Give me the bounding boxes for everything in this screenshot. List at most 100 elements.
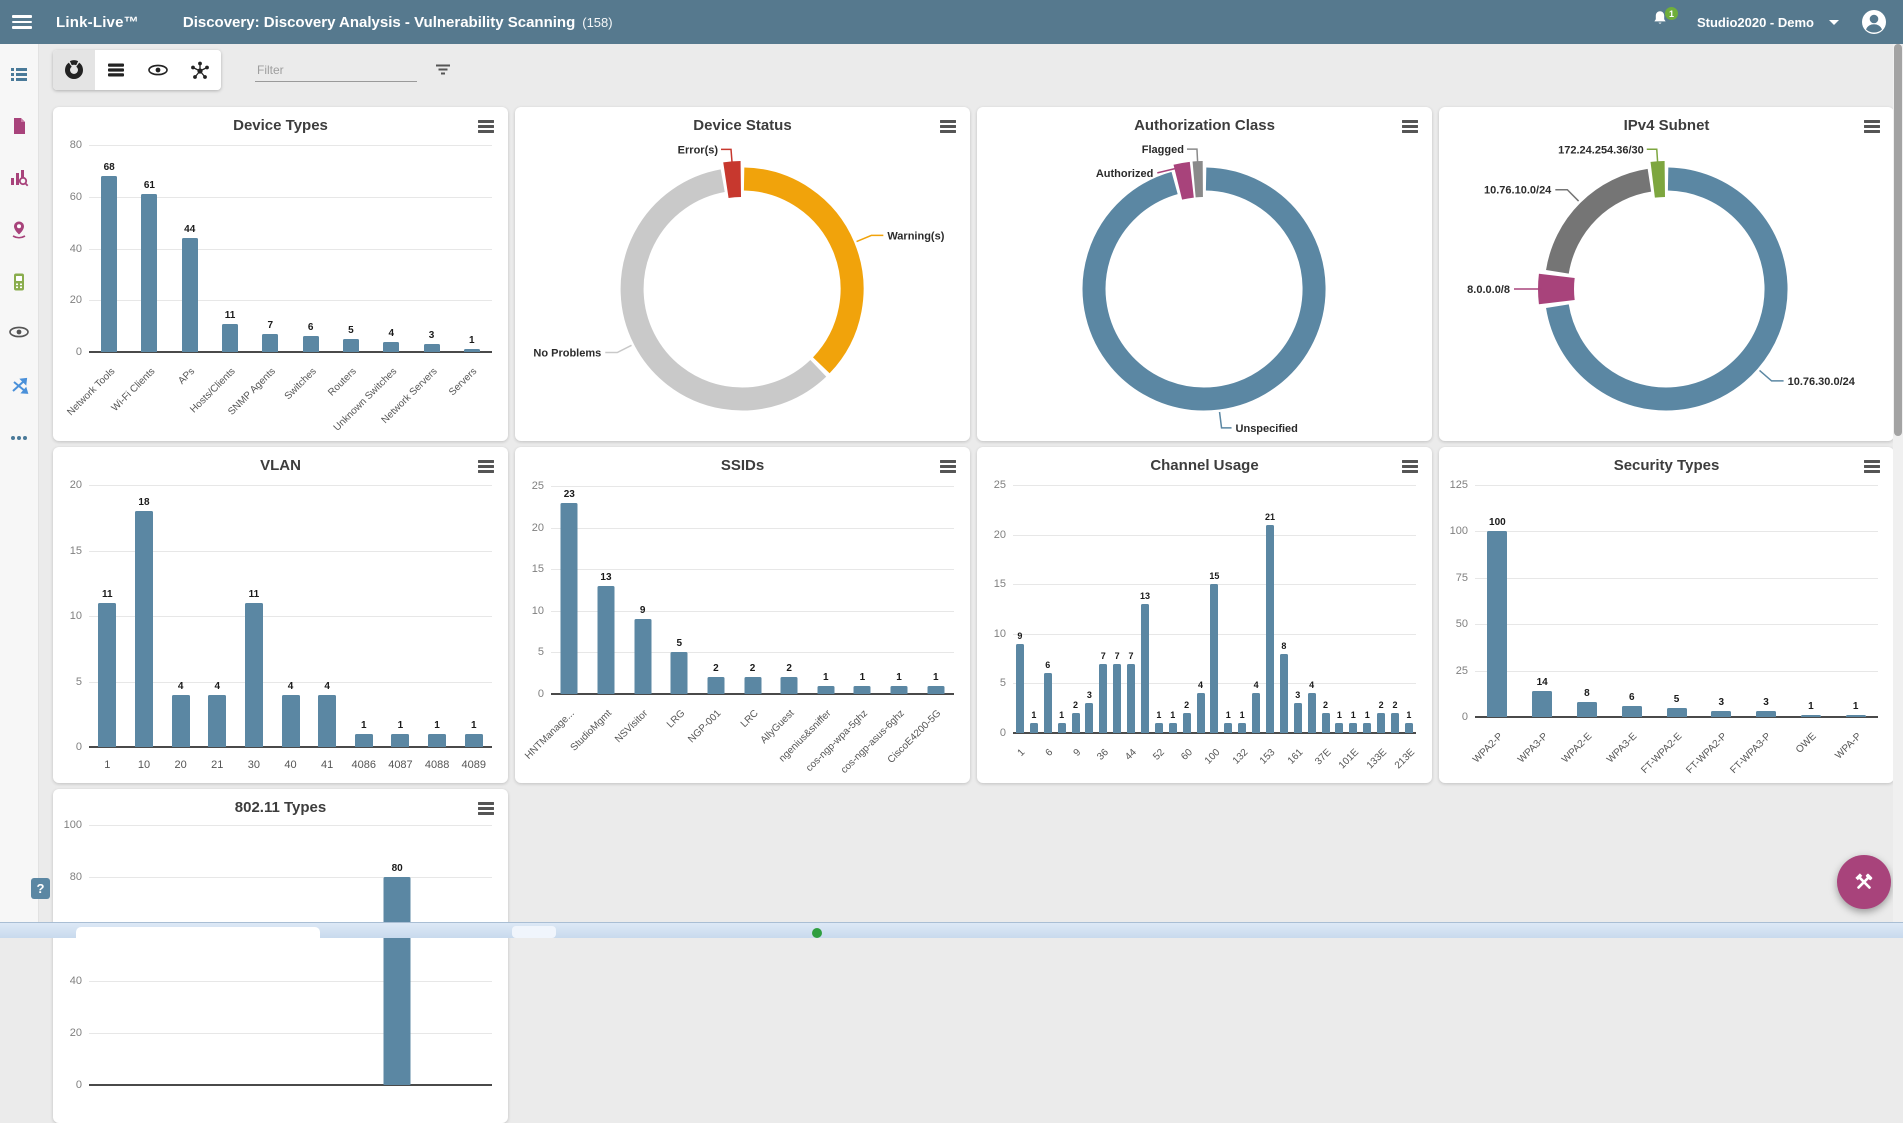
bar[interactable] [343,339,359,352]
bar[interactable] [1363,723,1371,733]
bar[interactable] [1377,713,1385,733]
bar[interactable] [781,677,798,694]
sidebar-item-tester[interactable] [9,272,29,324]
bar[interactable] [428,734,446,747]
donut-segment[interactable] [726,179,741,180]
sidebar-item-results[interactable] [9,116,29,168]
filter-input[interactable] [255,59,417,82]
bar[interactable] [597,586,614,694]
bar[interactable] [817,686,834,694]
view-button-donut-chart[interactable] [53,50,95,90]
taskbar-search-box[interactable] [76,927,320,938]
bar[interactable] [1335,723,1343,733]
card-menu-icon[interactable] [1864,120,1880,135]
bar[interactable] [1016,644,1024,733]
help-button[interactable]: ? [31,878,50,899]
bar[interactable] [1711,711,1731,717]
bar[interactable] [1532,691,1552,717]
bar[interactable] [1030,723,1038,733]
bar[interactable] [561,503,578,694]
bar[interactable] [1487,531,1507,717]
bar[interactable] [744,677,761,694]
bar[interactable] [707,677,724,694]
card-menu-icon[interactable] [940,460,956,475]
bar[interactable] [1210,584,1218,733]
bar[interactable] [1085,703,1093,733]
donut-segment[interactable] [632,181,818,399]
sidebar-item-discovery[interactable] [8,324,30,376]
account-chevron-down-icon[interactable] [1829,20,1839,25]
bar[interactable] [1141,604,1149,733]
bar[interactable] [1308,693,1316,733]
bar[interactable] [1405,723,1413,733]
bar[interactable] [1197,693,1205,733]
bar[interactable] [424,344,440,352]
view-button-list[interactable] [95,50,137,90]
bar[interactable] [1183,713,1191,733]
bar[interactable] [1044,673,1052,733]
bar[interactable] [1058,723,1066,733]
vertical-scrollbar[interactable] [1893,44,1903,923]
taskbar-green-icon[interactable] [812,928,822,938]
sidebar-item-dashboard[interactable] [9,64,29,116]
view-button-topology[interactable] [179,50,221,90]
bar[interactable] [1224,723,1232,733]
bar[interactable] [1294,703,1302,733]
bar[interactable] [318,695,336,747]
bar[interactable] [384,877,411,1085]
bar[interactable] [383,342,399,352]
bar[interactable] [1280,654,1288,733]
bar[interactable] [1801,715,1821,717]
bar[interactable] [262,334,278,352]
sidebar-item-analysis[interactable] [9,168,29,220]
tools-fab-button[interactable] [1837,855,1891,909]
bar[interactable] [891,686,908,694]
card-menu-icon[interactable] [1864,460,1880,475]
bar[interactable] [182,238,198,352]
bar[interactable] [391,734,409,747]
bar[interactable] [1322,713,1330,733]
bar[interactable] [355,734,373,747]
card-menu-icon[interactable] [478,460,494,475]
bar[interactable] [671,652,688,694]
menu-hamburger-icon[interactable] [12,12,32,32]
bar[interactable] [282,695,300,747]
bar[interactable] [1169,723,1177,733]
account-name[interactable]: Studio2020 - Demo [1697,15,1814,30]
sidebar-item-path-analysis[interactable] [9,376,29,428]
bar[interactable] [854,686,871,694]
card-menu-icon[interactable] [1402,460,1418,475]
card-menu-icon[interactable] [478,120,494,135]
bar[interactable] [1113,664,1121,733]
bar[interactable] [1577,702,1597,717]
bar[interactable] [101,176,117,352]
bar[interactable] [1072,713,1080,733]
sidebar-item-more[interactable] [9,428,29,480]
account-avatar[interactable] [1861,9,1887,35]
bar[interactable] [464,349,480,352]
notifications-button[interactable]: 1 [1651,10,1669,34]
scrollbar-thumb[interactable] [1894,44,1902,436]
bar[interactable] [222,324,238,352]
bar[interactable] [1127,664,1135,733]
bar[interactable] [465,734,483,747]
bar[interactable] [172,695,190,747]
bar[interactable] [1099,664,1107,733]
bar[interactable] [1238,723,1246,733]
sidebar-item-location[interactable] [9,220,29,272]
bar[interactable] [1155,723,1163,733]
donut-segment[interactable] [1653,179,1665,180]
bar[interactable] [634,619,651,694]
donut-segment[interactable] [1556,276,1557,302]
bar[interactable] [927,686,944,694]
bar[interactable] [1756,711,1776,717]
bar[interactable] [245,603,263,747]
card-menu-icon[interactable] [478,802,494,817]
card-menu-icon[interactable] [1402,120,1418,135]
bar[interactable] [1391,713,1399,733]
taskbar-item[interactable] [512,926,556,938]
filter-funnel-icon[interactable] [433,62,453,78]
bar[interactable] [1846,715,1866,717]
donut-segment[interactable] [1094,179,1314,399]
bar[interactable] [1667,708,1687,717]
